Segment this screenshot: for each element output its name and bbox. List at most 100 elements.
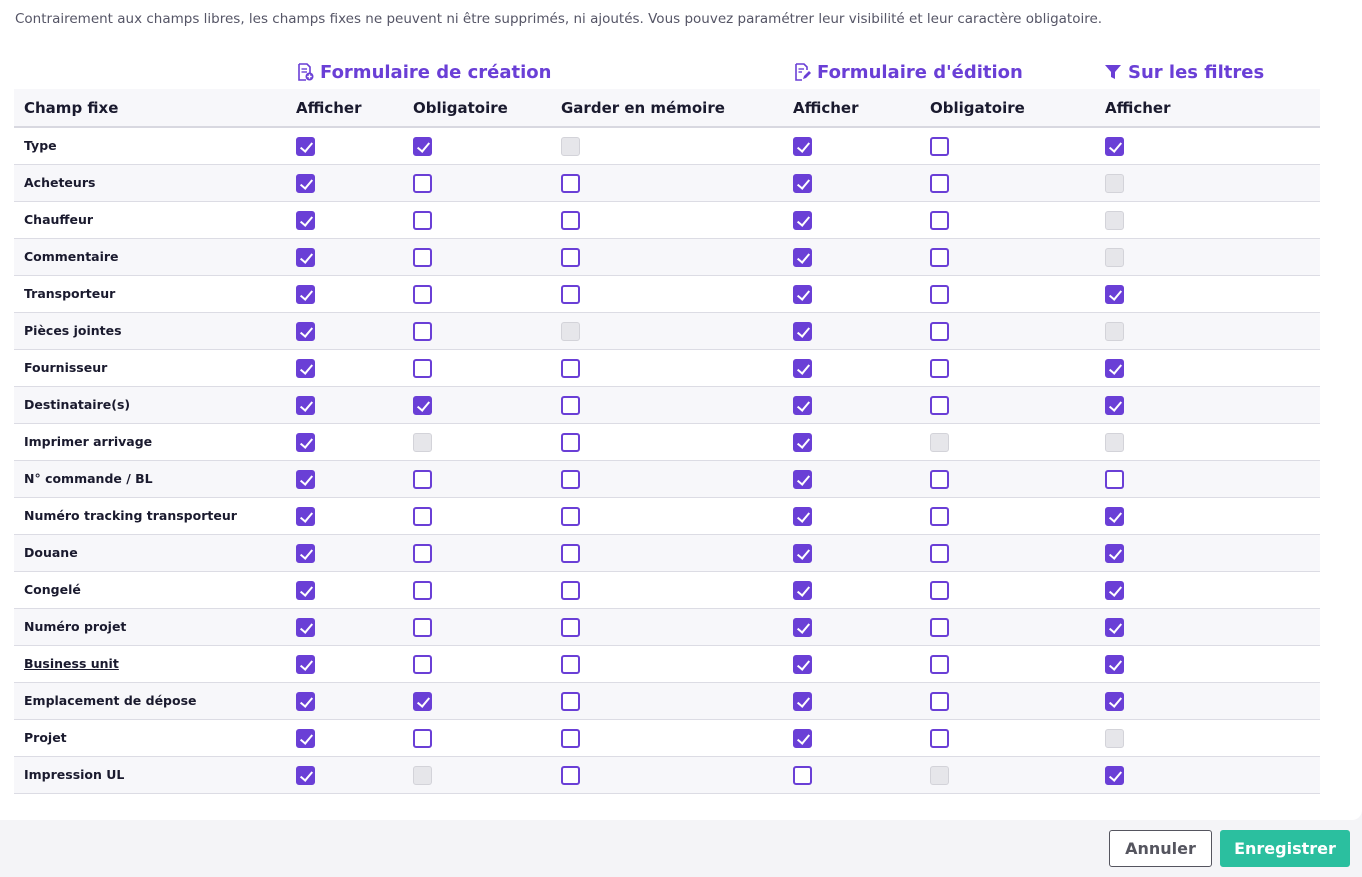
checkbox-create-show[interactable] (296, 284, 315, 304)
checkbox-create-remember[interactable] (561, 580, 580, 600)
checkbox-edit-show[interactable] (793, 543, 812, 563)
checkbox-edit-required[interactable] (930, 321, 949, 341)
checkbox-create-required[interactable] (413, 358, 432, 378)
checkbox-filter-show[interactable] (1105, 765, 1124, 785)
checkbox-edit-show[interactable] (793, 358, 812, 378)
checkbox-edit-show[interactable] (793, 617, 812, 637)
checkbox-edit-show[interactable] (793, 247, 812, 267)
checkbox-create-show[interactable] (296, 580, 315, 600)
checkbox-create-remember[interactable] (561, 469, 580, 489)
checkbox-edit-show[interactable] (793, 173, 812, 193)
checkbox-create-show[interactable] (296, 321, 315, 341)
checkbox-create-required[interactable] (413, 321, 432, 341)
checkbox-create-show[interactable] (296, 173, 315, 193)
checkbox-create-remember[interactable] (561, 765, 580, 785)
checkbox-edit-required[interactable] (930, 210, 949, 230)
checkbox-filter-show[interactable] (1105, 395, 1124, 415)
checkbox-edit-show[interactable] (793, 432, 812, 452)
checkbox-create-remember[interactable] (561, 654, 580, 674)
checkbox-filter-show[interactable] (1105, 543, 1124, 563)
checkbox-create-required[interactable] (413, 617, 432, 637)
checkbox-create-show[interactable] (296, 654, 315, 674)
checkbox-create-remember[interactable] (561, 728, 580, 748)
checkbox-create-required[interactable] (413, 543, 432, 563)
checkbox-edit-required[interactable] (930, 691, 949, 711)
checkbox-create-show[interactable] (296, 506, 315, 526)
checkbox-create-required[interactable] (413, 580, 432, 600)
checkbox-edit-required[interactable] (930, 654, 949, 674)
checkbox-edit-show[interactable] (793, 136, 812, 156)
checkbox-edit-required[interactable] (930, 358, 949, 378)
checkbox-edit-show[interactable] (793, 210, 812, 230)
checkbox-create-show[interactable] (296, 358, 315, 378)
checkbox-create-remember[interactable] (561, 506, 580, 526)
checkbox-edit-show[interactable] (793, 691, 812, 711)
checkbox-edit-required[interactable] (930, 395, 949, 415)
checkbox-filter-show[interactable] (1105, 284, 1124, 304)
checkbox-edit-show[interactable] (793, 728, 812, 748)
checkbox-edit-required[interactable] (930, 136, 949, 156)
checkbox-edit-required[interactable] (930, 173, 949, 193)
checkbox-create-show[interactable] (296, 691, 315, 711)
checkbox-edit-show[interactable] (793, 654, 812, 674)
checkbox-create-show[interactable] (296, 469, 315, 489)
checkbox-create-required[interactable] (413, 173, 432, 193)
checkbox-create-show[interactable] (296, 432, 315, 452)
checkbox-create-required[interactable] (413, 728, 432, 748)
checkbox-filter-show[interactable] (1105, 691, 1124, 711)
checkbox-edit-show[interactable] (793, 284, 812, 304)
checkbox-create-remember[interactable] (561, 358, 580, 378)
checkbox-create-required[interactable] (413, 395, 432, 415)
checkbox-create-remember[interactable] (561, 395, 580, 415)
checkbox-create-show[interactable] (296, 136, 315, 156)
checkbox-create-show[interactable] (296, 617, 315, 637)
checkbox-cell (1105, 608, 1320, 646)
checkbox-create-required[interactable] (413, 136, 432, 156)
checkbox-edit-show[interactable] (793, 469, 812, 489)
checkbox-create-remember[interactable] (561, 691, 580, 711)
checkbox-create-remember[interactable] (561, 617, 580, 637)
checkbox-filter-show[interactable] (1105, 469, 1124, 489)
save-button[interactable]: Enregistrer (1220, 830, 1350, 867)
checkbox-edit-show[interactable] (793, 765, 812, 785)
checkbox-create-required[interactable] (413, 284, 432, 304)
checkbox-create-remember[interactable] (561, 284, 580, 304)
checkbox-create-remember[interactable] (561, 173, 580, 193)
checkbox-cell (413, 349, 561, 387)
cancel-button[interactable]: Annuler (1109, 830, 1212, 867)
checkbox-filter-show[interactable] (1105, 654, 1124, 674)
checkbox-create-show[interactable] (296, 395, 315, 415)
checkbox-edit-required[interactable] (930, 247, 949, 267)
checkbox-create-show[interactable] (296, 210, 315, 230)
checkbox-create-required[interactable] (413, 469, 432, 489)
checkbox-edit-show[interactable] (793, 580, 812, 600)
checkbox-edit-required[interactable] (930, 617, 949, 637)
checkbox-edit-show[interactable] (793, 506, 812, 526)
checkbox-create-remember[interactable] (561, 432, 580, 452)
checkbox-edit-required[interactable] (930, 506, 949, 526)
checkbox-create-show[interactable] (296, 543, 315, 563)
checkbox-filter-show[interactable] (1105, 617, 1124, 637)
checkbox-filter-show[interactable] (1105, 358, 1124, 378)
checkbox-edit-required[interactable] (930, 728, 949, 748)
checkbox-create-remember[interactable] (561, 247, 580, 267)
checkbox-edit-required[interactable] (930, 469, 949, 489)
checkbox-edit-required[interactable] (930, 543, 949, 563)
checkbox-edit-show[interactable] (793, 395, 812, 415)
checkbox-filter-show[interactable] (1105, 580, 1124, 600)
checkbox-create-remember[interactable] (561, 210, 580, 230)
checkbox-create-show[interactable] (296, 765, 315, 785)
checkbox-edit-required[interactable] (930, 580, 949, 600)
checkbox-create-show[interactable] (296, 247, 315, 267)
checkbox-create-required[interactable] (413, 506, 432, 526)
checkbox-create-required[interactable] (413, 247, 432, 267)
checkbox-filter-show[interactable] (1105, 506, 1124, 526)
checkbox-edit-required[interactable] (930, 284, 949, 304)
checkbox-create-required[interactable] (413, 210, 432, 230)
checkbox-filter-show[interactable] (1105, 136, 1124, 156)
checkbox-create-show[interactable] (296, 728, 315, 748)
checkbox-edit-show[interactable] (793, 321, 812, 341)
checkbox-create-remember[interactable] (561, 543, 580, 563)
checkbox-create-required[interactable] (413, 691, 432, 711)
checkbox-create-required[interactable] (413, 654, 432, 674)
